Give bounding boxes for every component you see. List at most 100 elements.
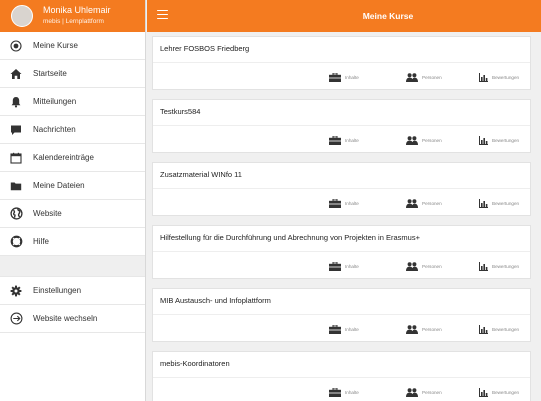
user-info: Monika Uhlemair mebis | Lernplattform xyxy=(43,5,111,27)
people-button[interactable]: Personen xyxy=(406,252,442,280)
sidebar-item-website[interactable]: Website xyxy=(0,200,145,228)
course-title[interactable]: Testkurs584 xyxy=(160,107,200,116)
course-title[interactable]: Lehrer FOSBOS Friedberg xyxy=(160,44,249,53)
action-label: Inhalte xyxy=(345,326,359,332)
sidebar-item-website-wechseln[interactable]: Website wechseln xyxy=(0,305,145,333)
bar-chart-icon xyxy=(479,261,488,271)
people-button[interactable]: Personen xyxy=(406,189,442,217)
action-label: Inhalte xyxy=(345,74,359,80)
sidebar: Monika Uhlemair mebis | Lernplattform Me… xyxy=(0,0,146,401)
contents-button[interactable]: Inhalte xyxy=(329,126,359,154)
course-card[interactable]: Zusatzmaterial WINfo 11 Inhalte Personen… xyxy=(152,162,531,216)
sidebar-item-meine-dateien[interactable]: Meine Dateien xyxy=(0,172,145,200)
action-label: Personen xyxy=(422,389,442,395)
contents-button[interactable]: Inhalte xyxy=(329,63,359,91)
action-label: Inhalte xyxy=(345,263,359,269)
home-icon xyxy=(9,67,23,81)
course-card[interactable]: Testkurs584 Inhalte Personen Bewertungen xyxy=(152,99,531,153)
course-actions: Inhalte Personen Bewertungen xyxy=(153,188,530,216)
ratings-button[interactable]: Bewertungen xyxy=(479,189,519,217)
action-label: Personen xyxy=(422,326,442,332)
sidebar-item-label: Kalendereinträge xyxy=(33,153,94,162)
contents-button[interactable]: Inhalte xyxy=(329,252,359,280)
course-title[interactable]: mebis-Koordinatoren xyxy=(160,359,230,368)
briefcase-icon xyxy=(329,261,341,271)
user-header[interactable]: Monika Uhlemair mebis | Lernplattform xyxy=(0,0,145,32)
bar-chart-icon xyxy=(479,72,488,82)
top-bar: Meine Kurse xyxy=(147,0,541,32)
radio-circle-icon xyxy=(9,39,23,53)
ratings-button[interactable]: Bewertungen xyxy=(479,252,519,280)
sidebar-item-label: Meine Kurse xyxy=(33,41,78,50)
course-list: Lehrer FOSBOS Friedberg Inhalte Personen… xyxy=(147,32,541,401)
action-label: Inhalte xyxy=(345,389,359,395)
briefcase-icon xyxy=(329,324,341,334)
contents-button[interactable]: Inhalte xyxy=(329,189,359,217)
sidebar-item-label: Hilfe xyxy=(33,237,50,246)
sidebar-item-startseite[interactable]: Startseite xyxy=(0,60,145,88)
gear-icon xyxy=(9,284,23,298)
sidebar-item-label: Meine Dateien xyxy=(33,181,85,190)
ratings-button[interactable]: Bewertungen xyxy=(479,126,519,154)
course-actions: Inhalte Personen Bewertungen xyxy=(153,62,530,90)
action-label: Bewertungen xyxy=(492,263,520,269)
contents-button[interactable]: Inhalte xyxy=(329,378,359,401)
sidebar-item-hilfe[interactable]: Hilfe xyxy=(0,228,145,256)
sidebar-item-einstellungen[interactable]: Einstellungen xyxy=(0,277,145,305)
people-icon xyxy=(406,261,418,271)
people-button[interactable]: Personen xyxy=(406,378,442,401)
avatar xyxy=(11,5,33,27)
bar-chart-icon xyxy=(479,135,488,145)
ratings-button[interactable]: Bewertungen xyxy=(479,315,519,343)
course-title[interactable]: MIB Austausch- und Infoplattform xyxy=(160,296,271,305)
page-title: Meine Kurse xyxy=(362,11,414,21)
sidebar-item-kalendereintraege[interactable]: Kalendereinträge xyxy=(0,144,145,172)
contents-button[interactable]: Inhalte xyxy=(329,315,359,343)
sidebar-item-label: Nachrichten xyxy=(33,125,76,134)
ratings-button[interactable]: Bewertungen xyxy=(479,378,519,401)
bar-chart-icon xyxy=(479,387,488,397)
course-card[interactable]: mebis-Koordinatoren Inhalte Personen Bew… xyxy=(152,351,531,401)
sidebar-item-label: Einstellungen xyxy=(33,286,82,295)
sidebar-item-mitteilungen[interactable]: Mitteilungen xyxy=(0,88,145,116)
action-label: Personen xyxy=(422,200,442,206)
course-card[interactable]: MIB Austausch- und Infoplattform Inhalte… xyxy=(152,288,531,342)
sidebar-item-label: Mitteilungen xyxy=(33,97,77,106)
action-label: Inhalte xyxy=(345,137,359,143)
action-label: Bewertungen xyxy=(492,74,520,80)
ratings-button[interactable]: Bewertungen xyxy=(479,63,519,91)
switch-arrow-icon xyxy=(9,312,23,326)
briefcase-icon xyxy=(329,72,341,82)
bar-chart-icon xyxy=(479,324,488,334)
course-actions: Inhalte Personen Bewertungen xyxy=(153,125,530,153)
folder-icon xyxy=(9,179,23,193)
people-icon xyxy=(406,198,418,208)
action-label: Bewertungen xyxy=(492,200,520,206)
action-label: Bewertungen xyxy=(492,389,520,395)
people-button[interactable]: Personen xyxy=(406,315,442,343)
sidebar-item-label: Website xyxy=(33,209,62,218)
action-label: Personen xyxy=(422,263,442,269)
chat-bubble-icon xyxy=(9,123,23,137)
course-title[interactable]: Zusatzmaterial WINfo 11 xyxy=(160,170,242,179)
course-card[interactable]: Lehrer FOSBOS Friedberg Inhalte Personen… xyxy=(152,36,531,90)
briefcase-icon xyxy=(329,135,341,145)
action-label: Inhalte xyxy=(345,200,359,206)
people-icon xyxy=(406,387,418,397)
action-label: Bewertungen xyxy=(492,137,520,143)
course-title[interactable]: Hilfestellung für die Durchführung und A… xyxy=(160,233,420,242)
people-button[interactable]: Personen xyxy=(406,126,442,154)
sidebar-item-label: Website wechseln xyxy=(33,314,98,323)
course-actions: Inhalte Personen Bewertungen xyxy=(153,251,530,279)
sidebar-item-nachrichten[interactable]: Nachrichten xyxy=(0,116,145,144)
sidebar-item-label: Startseite xyxy=(33,69,67,78)
people-icon xyxy=(406,324,418,334)
course-actions: Inhalte Personen Bewertungen xyxy=(153,377,530,401)
action-label: Personen xyxy=(422,137,442,143)
people-button[interactable]: Personen xyxy=(406,63,442,91)
sidebar-item-meine-kurse[interactable]: Meine Kurse xyxy=(0,32,145,60)
course-card[interactable]: Hilfestellung für die Durchführung und A… xyxy=(152,225,531,279)
globe-icon xyxy=(9,207,23,221)
bell-icon xyxy=(9,95,23,109)
sidebar-divider xyxy=(0,256,145,277)
